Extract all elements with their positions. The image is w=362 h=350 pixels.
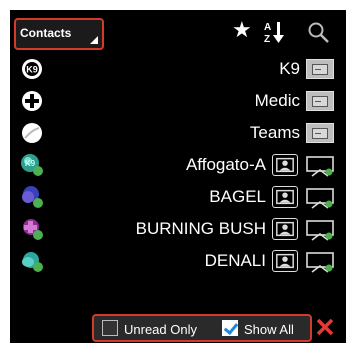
profile-card-icon[interactable] — [272, 186, 298, 208]
screen-share-icon[interactable] — [304, 155, 336, 177]
profile-card-icon[interactable] — [272, 154, 298, 176]
medic-cross-icon — [22, 91, 42, 111]
contact-name: Affogato-A — [185, 155, 266, 174]
dropdown-corner-icon — [90, 36, 98, 44]
close-icon[interactable] — [314, 316, 336, 338]
unread-only-checkbox[interactable] — [102, 320, 118, 336]
contacts-dropdown-label: Contacts — [20, 26, 72, 40]
svg-text:Z: Z — [264, 34, 270, 44]
list-item[interactable]: K9 K9 — [10, 54, 346, 83]
svg-text:K9: K9 — [26, 65, 38, 75]
list-item[interactable]: Medic — [10, 86, 346, 115]
search-icon[interactable] — [306, 20, 330, 44]
filter-bar: Unread Only Show All — [92, 314, 312, 342]
contact-name: BAGEL — [209, 187, 266, 206]
card-icon[interactable] — [306, 123, 334, 143]
team-circle-icon — [22, 123, 42, 143]
contact-name: BURNING BUSH — [135, 219, 266, 238]
list-item[interactable]: BAGEL — [10, 182, 346, 211]
user-avatar-icon — [23, 219, 43, 240]
card-icon[interactable] — [306, 59, 334, 79]
svg-text:K9: K9 — [25, 159, 36, 168]
list-item[interactable]: Teams — [10, 118, 346, 147]
contacts-dropdown-button[interactable]: Contacts — [14, 18, 104, 50]
screen-share-icon[interactable] — [304, 187, 336, 209]
show-all-checkbox[interactable] — [222, 320, 238, 336]
user-avatar-icon — [22, 252, 43, 272]
contact-name: Teams — [249, 123, 300, 142]
user-avatar-icon — [22, 186, 43, 208]
toolbar: Contacts ★ A Z — [10, 10, 346, 50]
unread-only-label: Unread Only — [124, 322, 197, 337]
k9-icon: K9 — [22, 59, 42, 79]
profile-card-icon[interactable] — [272, 250, 298, 272]
profile-card-icon[interactable] — [272, 218, 298, 240]
screen-share-icon[interactable] — [304, 251, 336, 273]
list-item[interactable]: K9 Affogato-A — [10, 150, 346, 179]
contact-name: Medic — [254, 91, 300, 110]
contacts-list-panel: Contacts ★ A Z K9 K9 Medic Teams K9 Affo… — [10, 10, 346, 343]
screen-share-icon[interactable] — [304, 219, 336, 241]
favorites-star-icon[interactable]: ★ — [232, 18, 256, 42]
user-avatar-icon: K9 — [21, 154, 43, 176]
sort-az-icon[interactable]: A Z — [261, 20, 285, 44]
contact-name: DENALI — [204, 251, 266, 270]
show-all-label: Show All — [244, 322, 294, 337]
list-item[interactable]: DENALI — [10, 246, 346, 275]
contact-name: K9 — [279, 59, 300, 78]
contacts-panel-screen: { "header": { "contacts_label": "Contact… — [0, 0, 362, 350]
card-icon[interactable] — [306, 91, 334, 111]
list-item[interactable]: BURNING BUSH — [10, 214, 346, 243]
svg-text:A: A — [264, 22, 271, 33]
